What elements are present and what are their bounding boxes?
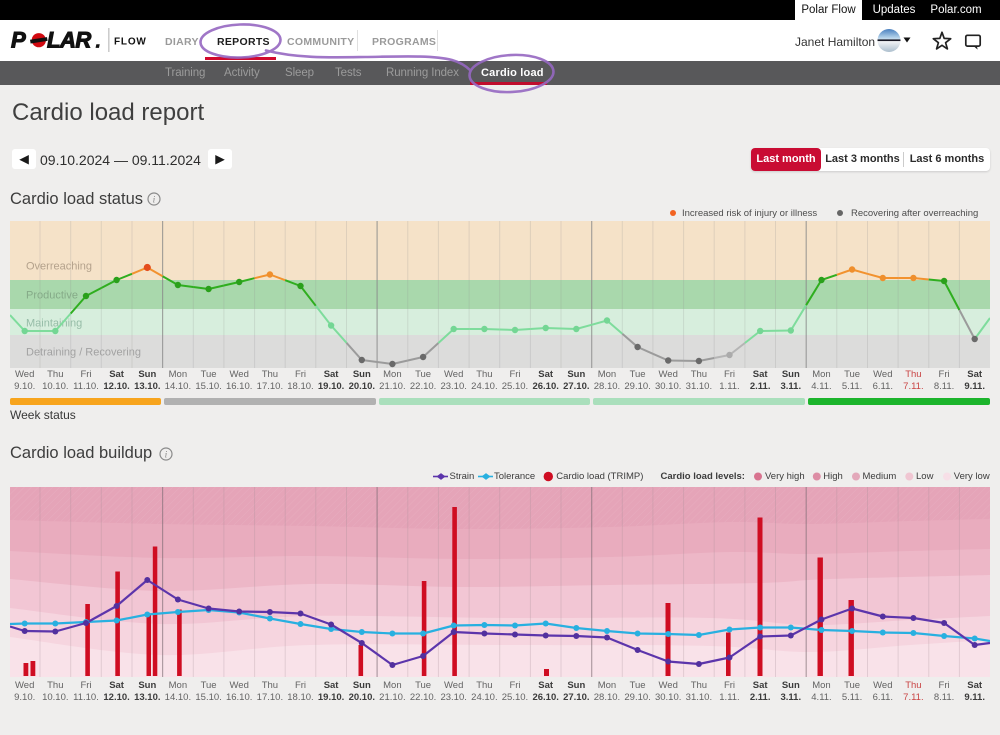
svg-text:FLOW: FLOW bbox=[114, 37, 147, 48]
svg-text:i: i bbox=[153, 195, 156, 205]
svg-text:P: P bbox=[11, 28, 26, 53]
svg-text:i: i bbox=[165, 450, 168, 460]
svg-text:LAR: LAR bbox=[47, 28, 91, 53]
svg-text:Maintaining: Maintaining bbox=[26, 318, 82, 330]
svg-text:Detraining / Recovering: Detraining / Recovering bbox=[26, 347, 141, 359]
svg-text:Overreaching: Overreaching bbox=[26, 261, 92, 273]
svg-text:Productive: Productive bbox=[26, 290, 78, 302]
